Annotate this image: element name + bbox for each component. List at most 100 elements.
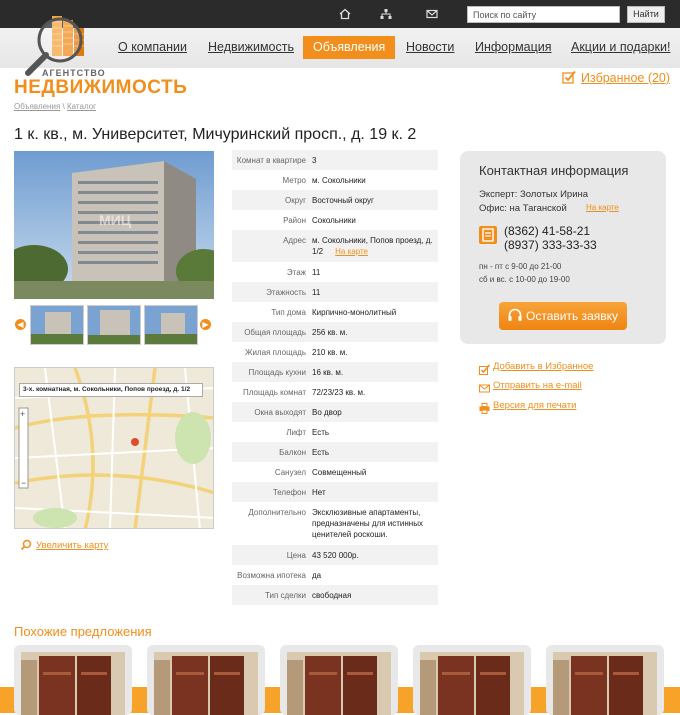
property-value: 72/23/23 кв. м. [310,387,434,402]
mail-icon[interactable] [426,8,438,20]
property-row: Адрес м. Сокольники, Попов проезд, д. 1/2… [232,230,438,262]
property-key: Общая площадь [244,328,306,337]
home-icon[interactable] [339,8,351,20]
property-value-text: Есть [312,448,330,457]
property-key: Площадь кухни [248,368,306,377]
property-value: 3 [310,155,434,170]
breadcrumb-item[interactable]: Объявления [14,102,60,111]
property-key: Этажность [266,288,306,297]
property-key: Балкон [279,448,306,457]
similar-offer-card[interactable] [413,645,531,715]
print-icon [479,401,490,414]
breadcrumb-item[interactable]: Каталог [67,102,96,111]
similar-offer-card[interactable] [147,645,265,715]
property-value-text: 210 кв. м. [312,348,348,357]
property-key: Санузел [274,468,306,477]
property-value-text: Есть [312,428,330,437]
property-key: Метро [282,176,307,185]
property-value: да [310,570,434,585]
print-version-link[interactable]: Версия для печати [493,400,576,411]
photo-thumbnail[interactable] [144,305,198,345]
main-photo[interactable]: МИЦ [14,151,214,299]
property-key: Округ [285,196,306,205]
property-value: Эксклюзивные апартаменты, предназначены … [310,507,434,545]
nav-item-about[interactable]: О компании [118,36,187,59]
property-value-text: Восточный округ [312,196,374,205]
property-key: Адрес [283,236,306,245]
property-row: Санузел Совмещенный [232,462,438,482]
property-value: 210 кв. м. [310,347,434,362]
logo-graphic[interactable] [16,14,98,76]
similar-offer-photo[interactable] [420,652,524,715]
favorite-check-icon [562,70,576,84]
property-value: Есть [310,447,434,462]
hours-weekend: сб и вс. с 10-00 до 19-00 [479,275,570,284]
property-row: Округ Восточный округ [232,190,438,210]
similar-offer-card[interactable] [280,645,398,715]
property-value-text: м. Сокольники [312,176,366,185]
property-key: Жилая площадь [245,348,306,357]
location-map[interactable]: + − 3-х. комнатная, м. Сокольники, Попов… [14,367,214,529]
top-bar: Найти [0,0,680,28]
logo-big-text[interactable]: НЕДВИЖИМОСТЬ [14,77,187,99]
headset-icon [507,308,523,324]
property-key: Цена [286,551,306,560]
similar-offer-photo[interactable] [21,652,125,715]
similar-offer-photo[interactable] [154,652,258,715]
prev-arrow-icon[interactable]: ◀ [15,319,26,330]
search-button[interactable]: Найти [627,6,665,23]
property-key: Этаж [286,268,306,277]
similar-offers-title: Похожие предложения [14,624,152,639]
property-row: Лифт Есть [232,422,438,442]
property-row: Метро м. Сокольники [232,170,438,190]
property-row: Тип сделки свободная [232,585,438,605]
favorites-link[interactable]: Избранное (20) [581,71,670,85]
nav-item-listings[interactable]: Объявления [303,36,396,59]
property-row: Телефон Нет [232,482,438,502]
office-map-link[interactable]: На карте [586,203,619,212]
page-title: 1 к. кв., м. Университет, Мичуринский пр… [14,126,417,143]
sitemap-icon[interactable] [380,8,392,20]
property-value-text: 11 [312,268,321,277]
nav-item-news[interactable]: Новости [406,36,454,59]
similar-offer-photo[interactable] [553,652,657,715]
nav-item-info[interactable]: Информация [475,36,552,59]
property-value: 11 [310,287,434,302]
zoom-map-link[interactable]: Увеличить карту [36,540,108,551]
property-value: Есть [310,427,434,442]
property-key: Тип сделки [264,591,306,600]
contact-title: Контактная информация [479,163,629,178]
mail-icon [479,381,490,393]
property-value: 43 520 000р. [310,550,434,565]
similar-offer-card[interactable] [14,645,132,715]
hours-weekdays: пн - пт с 9-00 до 21-00 [479,262,562,271]
send-email-link[interactable]: Отправить на e-mail [493,380,582,391]
similar-offer-photo[interactable] [287,652,391,715]
next-arrow-icon[interactable]: ▶ [200,319,211,330]
map-info-label: 3-х. комнатная, м. Сокольники, Попов про… [19,383,203,397]
phone-icon [479,226,497,244]
property-value: Кирпично-монолитный [310,307,434,322]
add-favorite-link[interactable]: Добавить в Избранное [493,361,593,372]
property-value-text: Во двор [312,408,342,417]
property-value-text: 43 520 000р. [312,551,359,560]
property-value-text: 3 [312,156,317,165]
property-row: Район Сокольники [232,210,438,230]
photo-thumbnail[interactable] [87,305,141,345]
nav-item-realty[interactable]: Недвижимость [208,36,294,59]
breadcrumb: Объявления \ Каталог [14,102,96,111]
zoom-magnifier-icon [20,538,32,551]
property-row: Этажность 11 [232,282,438,302]
property-value: Во двор [310,407,434,422]
similar-offer-card[interactable] [546,645,664,715]
svg-text:−: − [21,478,26,488]
property-key: Комнат в квартире [236,156,306,165]
search-input[interactable] [467,6,620,23]
address-map-link[interactable]: На карте [335,247,368,256]
nav-item-promotions[interactable]: Акции и подарки! [571,36,670,59]
property-row: Жилая площадь 210 кв. м. [232,342,438,362]
photo-thumbnail[interactable] [30,305,84,345]
property-value-text: 11 [312,288,321,297]
property-row: Цена 43 520 000р. [232,545,438,565]
property-value-text: Совмещенный [312,468,367,477]
